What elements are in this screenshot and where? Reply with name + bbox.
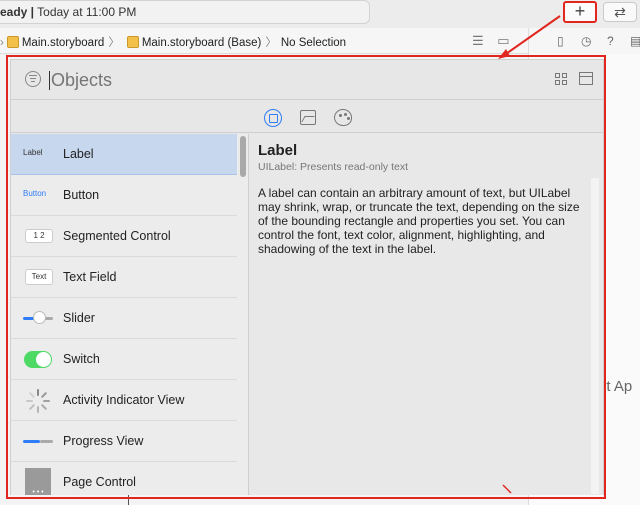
list-item-name: Switch xyxy=(63,352,100,366)
breadcrumb-separator-icon: 〉 xyxy=(265,37,277,49)
list-scrollbar[interactable] xyxy=(240,136,246,177)
label-icon: Label xyxy=(23,148,43,157)
breadcrumb-leading-chevron-icon: › xyxy=(0,37,4,49)
editor-options-icons: ☰ ▭ xyxy=(472,33,510,49)
segmented-control-icon: 1 2 xyxy=(23,216,53,257)
list-item-label[interactable]: Label Label xyxy=(11,134,237,175)
library-search-bar xyxy=(11,60,603,100)
list-item-segmented-control[interactable]: 1 2 Segmented Control xyxy=(11,216,237,257)
list-item-name: Progress View xyxy=(63,434,144,448)
breadcrumb: › Main.storyboard 〉 Main.storyboard (Base) 〉… xyxy=(0,34,346,50)
filter-icon[interactable] xyxy=(25,71,41,87)
text-caret xyxy=(49,71,50,90)
status-state: eady | xyxy=(0,5,35,19)
list-item-button[interactable]: Button Button xyxy=(11,175,237,216)
list-item-progress-view[interactable]: Progress View xyxy=(11,421,237,462)
editor-swap-button[interactable]: ⇄ xyxy=(603,2,637,22)
list-item-name: Label xyxy=(63,147,94,161)
history-inspector-icon[interactable]: ◷ xyxy=(581,34,591,48)
file-inspector-icon[interactable]: ▯ xyxy=(557,34,564,48)
list-item-switch[interactable]: Switch xyxy=(11,339,237,380)
text-field-icon: Text xyxy=(23,257,53,298)
breadcrumb-item-storyboard-base[interactable]: Main.storyboard (Base) xyxy=(142,37,262,49)
list-item-name: Activity Indicator View xyxy=(63,393,185,407)
search-input[interactable] xyxy=(49,68,349,92)
status-time: Today at 11:00 PM xyxy=(34,5,137,19)
button-icon: Button xyxy=(23,189,47,198)
split-editor-icon[interactable]: ▭ xyxy=(497,33,509,48)
detail-view-icon[interactable] xyxy=(579,72,593,85)
detail-description: A label can contain an arbitrary amount … xyxy=(258,186,580,256)
list-item-name: Button xyxy=(63,188,100,202)
inspector-tabs: ▯ ◷ ? ▤ xyxy=(528,28,640,54)
breadcrumb-item-storyboard[interactable]: Main.storyboard xyxy=(22,37,104,49)
list-item-name: Page Control xyxy=(63,475,136,489)
storyboard-icon xyxy=(126,36,139,48)
objects-tab-icon[interactable] xyxy=(264,109,282,127)
grid-view-icon[interactable] xyxy=(555,73,567,85)
object-detail-panel: Label UILabel: Presents read-only text A… xyxy=(250,134,603,495)
activity-status-bar: eady | Today at 11:00 PM xyxy=(0,0,370,24)
list-item-page-control[interactable]: Page Control xyxy=(11,462,237,495)
object-library-popup: Label Label Button Button 1 2 Segmented … xyxy=(10,59,604,495)
page-control-icon xyxy=(23,462,53,495)
breadcrumb-item-selection[interactable]: No Selection xyxy=(281,37,346,49)
detail-scrollbar[interactable] xyxy=(591,178,599,494)
lines-icon[interactable]: ☰ xyxy=(472,33,484,48)
library-tabs xyxy=(11,101,603,133)
breadcrumb-separator-icon: 〉 xyxy=(108,37,120,49)
progress-view-icon xyxy=(23,421,53,462)
list-item-name: Text Field xyxy=(63,270,117,284)
list-item-activity-indicator[interactable]: Activity Indicator View xyxy=(11,380,237,421)
storyboard-icon xyxy=(6,36,19,48)
colors-tab-icon[interactable] xyxy=(334,109,352,126)
media-tab-icon[interactable] xyxy=(300,110,316,125)
help-inspector-icon[interactable]: ? xyxy=(607,34,614,48)
activity-indicator-icon xyxy=(23,380,53,421)
detail-title: Label xyxy=(258,142,298,159)
list-item-name: Segmented Control xyxy=(63,229,171,243)
list-item-text-field[interactable]: Text Text Field xyxy=(11,257,237,298)
identity-inspector-icon[interactable]: ▤ xyxy=(630,34,640,48)
list-item-name: Slider xyxy=(63,311,95,325)
library-object-list: Label Label Button Button 1 2 Segmented … xyxy=(11,134,249,495)
detail-subtitle: UILabel: Presents read-only text xyxy=(258,161,408,173)
switch-icon xyxy=(23,339,53,380)
list-item-slider[interactable]: Slider xyxy=(11,298,237,339)
slider-icon xyxy=(23,298,53,339)
library-plus-button[interactable]: + xyxy=(563,1,597,23)
